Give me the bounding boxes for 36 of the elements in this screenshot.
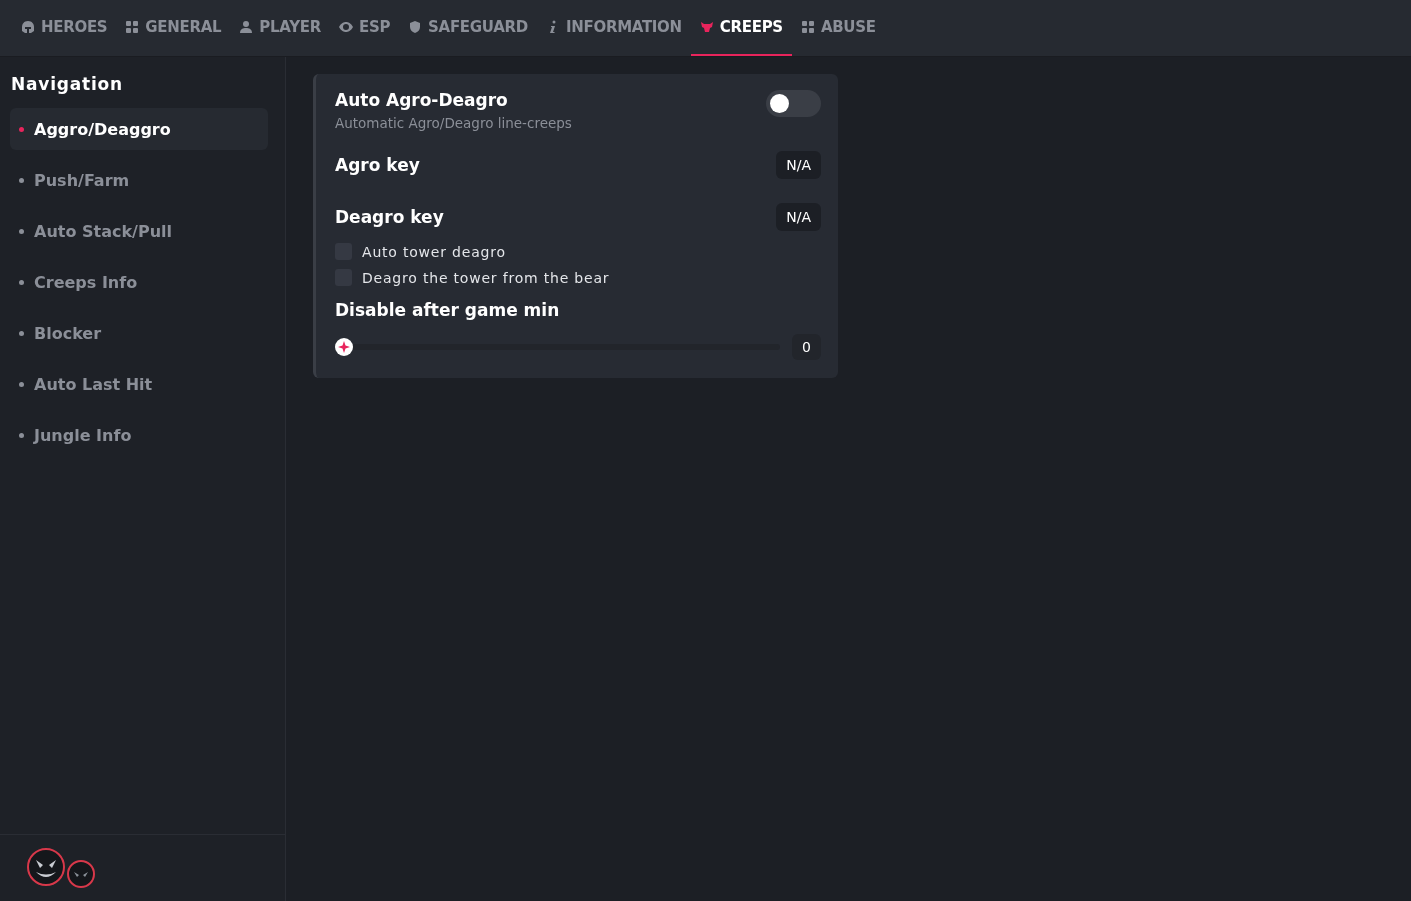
setting-label: Auto Agro-Deagro xyxy=(335,90,509,110)
grid-icon xyxy=(800,20,815,34)
tab[interactable]: PLAYER xyxy=(230,0,330,56)
sidebar-title: Navigation xyxy=(10,73,124,96)
checkbox-label: Auto tower deagro xyxy=(362,243,506,260)
slider[interactable] xyxy=(335,338,781,356)
tab[interactable]: GENERAL xyxy=(116,0,231,56)
tab[interactable]: ESP xyxy=(329,0,400,56)
tab[interactable]: ABUSE xyxy=(791,0,885,56)
sidebar-item[interactable]: Auto Last Hit xyxy=(10,363,268,405)
mascot-logo-drawing xyxy=(27,848,97,888)
toggle-switch[interactable] xyxy=(766,90,821,117)
sidebar-item[interactable]: Push/Farm xyxy=(10,159,268,201)
tab[interactable]: CREEPS xyxy=(690,0,792,56)
checkbox-label: Deagro the tower from the bear xyxy=(362,269,610,286)
setting-label: Agro key xyxy=(335,155,420,175)
tab[interactable]: SAFEGUARD xyxy=(399,0,537,56)
sidebar-item[interactable]: Auto Stack/Pull xyxy=(10,210,268,252)
sidebar-item[interactable]: Creeps Info xyxy=(10,261,268,303)
setting-description: Automatic Agro/Deagro line-creeps xyxy=(335,115,572,131)
sidebar-item[interactable]: Jungle Info xyxy=(10,414,268,456)
sidebar-item[interactable]: Aggro/Deaggro xyxy=(10,108,268,150)
eye-icon xyxy=(338,20,353,34)
grid-icon xyxy=(125,20,140,34)
slider-thumb[interactable] xyxy=(335,338,353,356)
setting-label: Disable after game min xyxy=(335,300,561,320)
slider-value: 0 xyxy=(792,334,821,360)
key-bind-button[interactable]: N/A xyxy=(776,151,821,179)
person-icon xyxy=(239,20,254,34)
sidebar-item[interactable]: Blocker xyxy=(10,312,268,354)
shield-icon xyxy=(408,20,423,34)
tab[interactable]: INFORMATION xyxy=(536,0,691,56)
setting-label: Deagro key xyxy=(335,207,444,227)
key-bind-button[interactable]: N/A xyxy=(776,203,821,231)
helmet-icon xyxy=(21,20,35,34)
tab[interactable]: HEROES xyxy=(12,0,117,56)
